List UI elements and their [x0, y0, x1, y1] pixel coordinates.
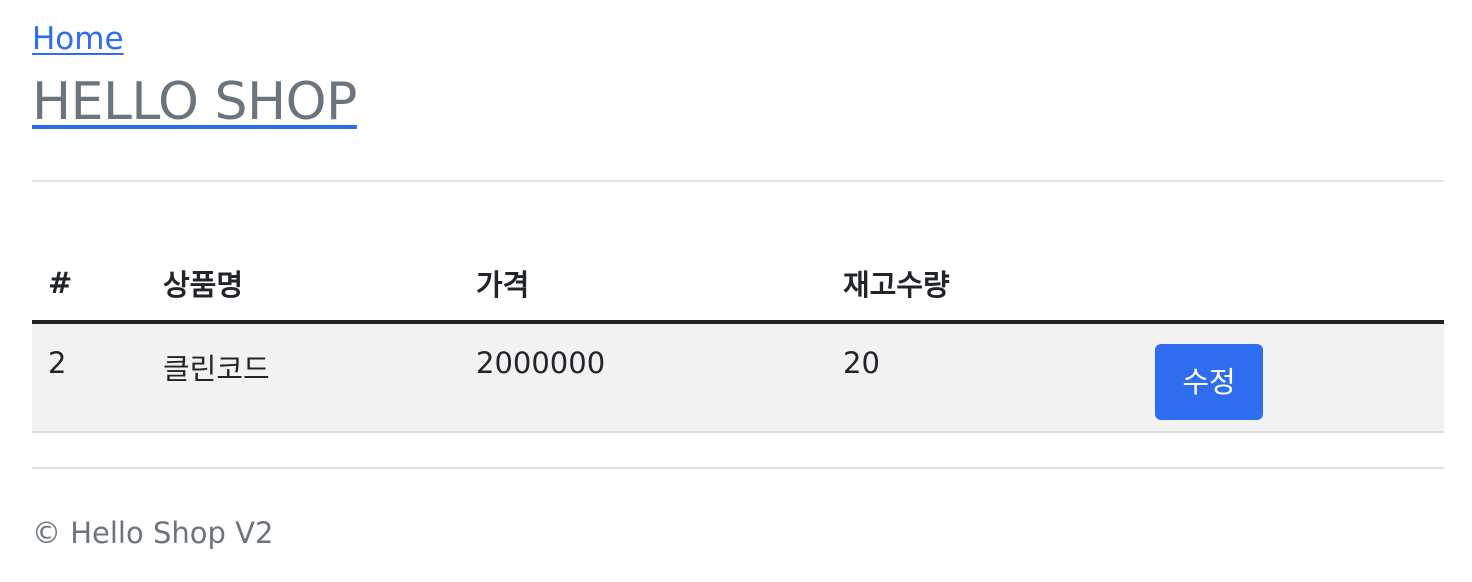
column-header-name: 상품명: [147, 246, 460, 324]
cell-price: 2000000: [460, 322, 827, 433]
edit-button[interactable]: 수정: [1155, 344, 1263, 420]
column-header-action: [1139, 246, 1444, 324]
cell-action: 수정: [1139, 322, 1444, 433]
table-header-row: # 상품명 가격 재고수량: [32, 246, 1444, 324]
brand-title-link[interactable]: HELLO SHOP: [32, 70, 357, 134]
column-header-stock: 재고수량: [827, 246, 1139, 324]
cell-id: 2: [32, 322, 147, 433]
column-header-price: 가격: [460, 246, 827, 324]
footer-divider: [32, 467, 1444, 469]
cell-stock: 20: [827, 322, 1139, 433]
items-table: # 상품명 가격 재고수량 2 클린코드 2000000 20 수정: [32, 246, 1444, 433]
table-header: # 상품명 가격 재고수량: [32, 246, 1444, 324]
table-body: 2 클린코드 2000000 20 수정: [32, 322, 1444, 433]
table-row: 2 클린코드 2000000 20 수정: [32, 322, 1444, 433]
header-divider: [32, 180, 1444, 182]
footer-copyright: © Hello Shop V2: [32, 516, 274, 550]
cell-name: 클린코드: [147, 322, 460, 433]
column-header-number: #: [32, 246, 147, 324]
home-link[interactable]: Home: [32, 20, 124, 58]
